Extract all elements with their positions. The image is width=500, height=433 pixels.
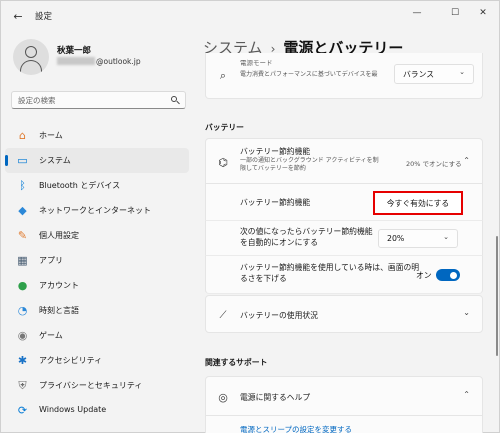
sidebar-nav: ⌂ ホーム ▭ システム ᛒ Bluetooth とデバイス ◆ ネットワークと… bbox=[5, 123, 189, 423]
power-help-title: 電源に関するヘルプ bbox=[240, 393, 311, 402]
reduce-brightness-row: バッテリー節約機能を使用している時は、画面の明るさを下げる オン bbox=[205, 256, 483, 294]
bluetooth-icon: ᛒ bbox=[19, 179, 26, 192]
power-sleep-link[interactable]: 電源とスリープの設定を変更する bbox=[240, 424, 352, 433]
account-icon: ● bbox=[17, 279, 28, 292]
sidebar-item-gaming[interactable]: ◉ ゲーム bbox=[5, 323, 189, 348]
related-support-title: 関連するサポート bbox=[205, 358, 268, 367]
sidebar-item-label: ネットワークとインターネット bbox=[39, 206, 151, 215]
clock-globe-icon: ◔ bbox=[17, 304, 28, 317]
power-mode-value: バランス bbox=[403, 70, 435, 79]
settings-window: ← 設定 — ☐ ✕ 秋葉一郎 @outlook.jp ⌂ ホーム ▭ システム bbox=[0, 0, 500, 433]
shield-icon: ⛨ bbox=[18, 379, 27, 392]
power-mode-title: 電源モード bbox=[240, 59, 273, 67]
power-mode-card: ⌕ 電源モード 電力消費とパフォーマンスに基づいてデバイスを最 バランス ⌄ bbox=[205, 53, 483, 99]
search-input[interactable] bbox=[18, 94, 168, 107]
battery-saver-row-label: バッテリー節約機能 bbox=[240, 198, 311, 207]
chart-line-icon: ⟋ bbox=[219, 309, 227, 321]
sidebar-item-network[interactable]: ◆ ネットワークとインターネット bbox=[5, 198, 189, 223]
sidebar-item-accessibility[interactable]: ✱ アクセシビリティ bbox=[5, 348, 189, 373]
gamepad-icon: ◉ bbox=[17, 329, 28, 342]
power-mode-icon: ⌕ bbox=[219, 69, 227, 82]
chevron-up-icon[interactable]: ⌃ bbox=[463, 156, 470, 165]
sidebar-item-home[interactable]: ⌂ ホーム bbox=[5, 123, 189, 148]
sidebar-item-personalization[interactable]: ✎ 個人用設定 bbox=[5, 223, 189, 248]
chevron-up-icon[interactable]: ⌃ bbox=[463, 390, 470, 399]
sidebar-item-accounts[interactable]: ● アカウント bbox=[5, 273, 189, 298]
sidebar-item-label: ゲーム bbox=[39, 331, 63, 340]
power-mode-desc: 電力消費とパフォーマンスに基づいてデバイスを最 bbox=[240, 71, 378, 78]
auto-on-label: 次の値になったらバッテリー節約機能を自動的にオンにする bbox=[240, 227, 373, 247]
turn-on-now-button[interactable]: 今すぐ有効にする bbox=[373, 191, 463, 215]
battery-usage-card[interactable]: ⟋ バッテリーの使用状況 ⌄ bbox=[205, 295, 483, 333]
user-name: 秋葉一郎 bbox=[57, 46, 92, 56]
avatar-head-shape bbox=[25, 46, 37, 58]
close-icon[interactable]: ✕ bbox=[472, 5, 494, 21]
avatar-body-shape bbox=[20, 60, 42, 74]
sidebar-item-label: Windows Update bbox=[39, 405, 107, 414]
chevron-down-icon: ⌄ bbox=[459, 68, 465, 76]
user-email-domain: @outlook.jp bbox=[96, 57, 141, 66]
sidebar-item-apps[interactable]: ▦ アプリ bbox=[5, 248, 189, 273]
minimize-icon[interactable]: — bbox=[406, 5, 428, 21]
auto-on-value: 20% bbox=[387, 234, 405, 243]
sidebar-item-label: 個人用設定 bbox=[39, 231, 79, 240]
title-bar: ← 設定 — ☐ ✕ bbox=[1, 1, 500, 31]
sidebar: 秋葉一郎 @outlook.jp ⌂ ホーム ▭ システム ᛒ Bluetoot… bbox=[1, 31, 193, 433]
wifi-icon: ◆ bbox=[18, 204, 27, 217]
sidebar-item-bluetooth[interactable]: ᛒ Bluetooth とデバイス bbox=[5, 173, 189, 198]
toggle-knob bbox=[450, 271, 457, 279]
sidebar-item-label: プライバシーとセキュリティ bbox=[39, 381, 143, 390]
toggle-state-label: オン bbox=[416, 271, 432, 280]
sidebar-item-privacy[interactable]: ⛨ プライバシーとセキュリティ bbox=[5, 373, 189, 398]
battery-saver-desc: 一部の通知とバックグラウンド アクティビティを制限してバッテリーを節約 bbox=[240, 157, 379, 172]
avatar[interactable] bbox=[13, 39, 49, 75]
sidebar-item-label: 時刻と言語 bbox=[39, 306, 79, 315]
email-redacted bbox=[57, 57, 95, 65]
sidebar-item-label: アクセシビリティ bbox=[39, 356, 103, 365]
sidebar-item-windows-update[interactable]: ⟳ Windows Update bbox=[5, 398, 189, 423]
reduce-brightness-label: バッテリー節約機能を使用している時は、画面の明るさを下げる bbox=[240, 263, 420, 283]
chevron-down-icon[interactable]: ⌄ bbox=[463, 308, 470, 317]
display-icon: ▭ bbox=[17, 154, 28, 167]
auto-on-select[interactable]: 20% ⌄ bbox=[378, 229, 458, 248]
maximize-icon[interactable]: ☐ bbox=[444, 5, 466, 21]
search-box[interactable] bbox=[11, 91, 186, 109]
battery-saver-status: 20% でオンにする bbox=[406, 160, 462, 168]
power-mode-select[interactable]: バランス ⌄ bbox=[394, 64, 474, 84]
search-icon[interactable] bbox=[171, 96, 180, 105]
app-title: 設定 bbox=[35, 12, 53, 22]
battery-leaf-icon: ⌬ bbox=[218, 155, 228, 169]
home-icon: ⌂ bbox=[19, 129, 26, 142]
accessibility-icon: ✱ bbox=[17, 354, 28, 367]
sidebar-item-system[interactable]: ▭ システム bbox=[5, 148, 189, 173]
sidebar-item-label: ホーム bbox=[39, 131, 63, 140]
battery-usage-title: バッテリーの使用状況 bbox=[240, 311, 318, 320]
power-help-content: 電源とスリープの設定を変更する bbox=[205, 416, 483, 433]
back-arrow-icon[interactable]: ← bbox=[9, 8, 27, 24]
update-icon: ⟳ bbox=[17, 404, 28, 417]
main-content: システム › 電源とバッテリー ⌕ 電源モード 電力消費とパフォーマンスに基づいてデ… bbox=[193, 31, 500, 433]
scrollbar[interactable] bbox=[496, 236, 498, 356]
brush-icon: ✎ bbox=[17, 229, 28, 242]
sidebar-item-label: アカウント bbox=[39, 281, 79, 290]
chevron-down-icon: ⌄ bbox=[443, 233, 449, 241]
apps-icon: ▦ bbox=[17, 254, 28, 267]
sidebar-item-label: システム bbox=[39, 156, 71, 165]
battery-section-title: バッテリー bbox=[205, 123, 244, 132]
battery-saver-card[interactable]: ⌬ バッテリー節約機能 一部の通知とバックグラウンド アクティビティを制限してバ… bbox=[205, 138, 483, 184]
sidebar-item-time-language[interactable]: ◔ 時刻と言語 bbox=[5, 298, 189, 323]
auto-on-row: 次の値になったらバッテリー節約機能を自動的にオンにする 20% ⌄ bbox=[205, 221, 483, 256]
sidebar-item-label: アプリ bbox=[39, 256, 63, 265]
user-email: @outlook.jp bbox=[57, 57, 141, 66]
reduce-brightness-toggle[interactable] bbox=[436, 269, 460, 281]
globe-icon: ◎ bbox=[218, 390, 228, 404]
battery-saver-title: バッテリー節約機能 bbox=[240, 147, 311, 156]
sidebar-item-label: Bluetooth とデバイス bbox=[39, 181, 121, 190]
power-help-card[interactable]: ◎ 電源に関するヘルプ ⌃ bbox=[205, 376, 483, 416]
